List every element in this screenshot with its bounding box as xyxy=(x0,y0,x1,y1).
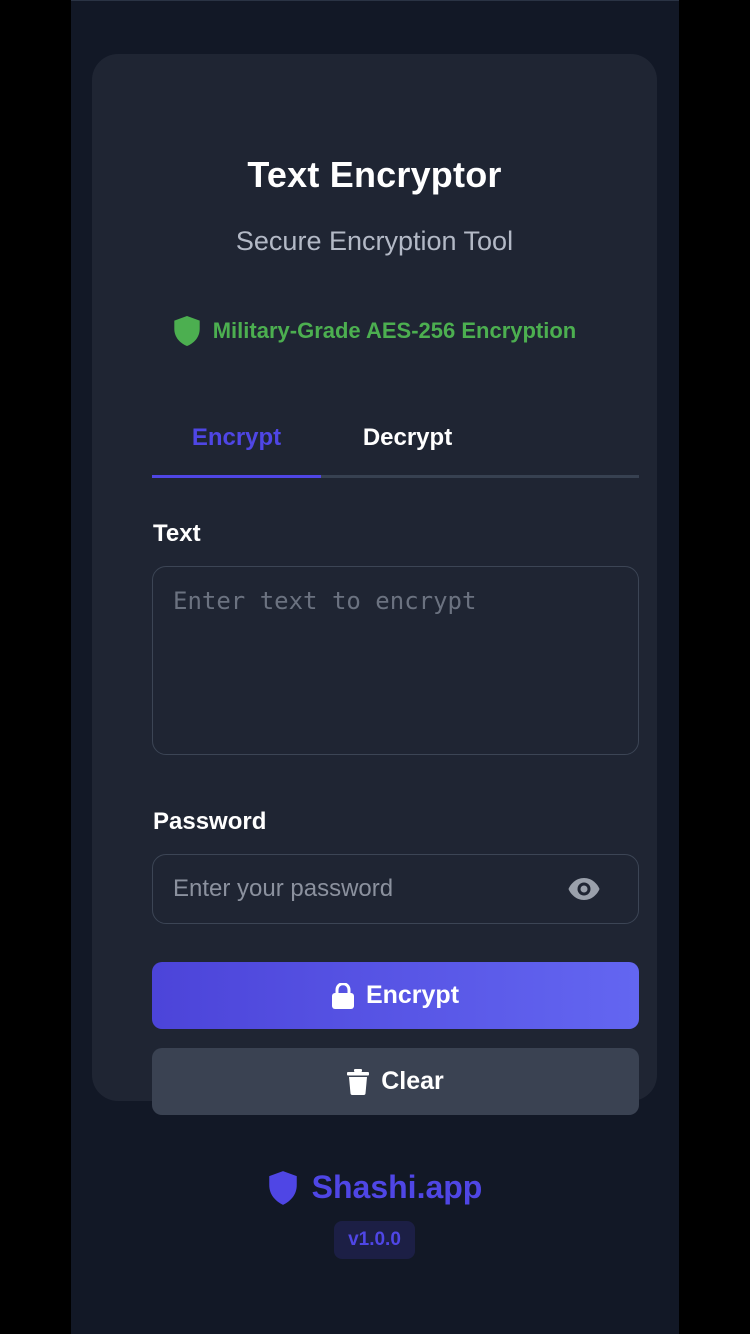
clear-button-label: Clear xyxy=(381,1067,444,1095)
lock-icon xyxy=(331,982,354,1009)
password-input[interactable] xyxy=(173,855,553,922)
eye-icon[interactable] xyxy=(568,877,600,901)
page-subtitle: Secure Encryption Tool xyxy=(235,226,514,256)
security-badge: Military-Grade AES-256 Encryption xyxy=(92,316,657,346)
encrypt-button[interactable]: Encrypt xyxy=(152,962,639,1029)
page-title: Text Encryptor xyxy=(247,154,502,195)
footer-brand[interactable]: Shashi.app xyxy=(71,1169,679,1206)
trash-icon xyxy=(347,1068,370,1095)
footer-brand-label: Shashi.app xyxy=(311,1169,483,1205)
text-input[interactable] xyxy=(152,566,639,755)
shield-icon xyxy=(173,316,201,346)
version-badge: v1.0.0 xyxy=(334,1221,415,1259)
text-field-label: Text xyxy=(153,520,201,547)
mode-tabs: Encrypt Decrypt xyxy=(152,409,639,478)
encryptor-card: Text Encryptor Secure Encryption Tool Mi… xyxy=(92,54,657,1115)
security-badge-label: Military-Grade AES-256 Encryption xyxy=(212,318,577,343)
active-tab-indicator xyxy=(152,475,321,478)
clear-button[interactable]: Clear xyxy=(152,1048,639,1115)
encrypt-button-label: Encrypt xyxy=(365,981,460,1009)
shield-icon xyxy=(268,1170,298,1205)
tab-encrypt[interactable]: Encrypt xyxy=(152,409,321,475)
password-field xyxy=(152,854,639,924)
tab-decrypt[interactable]: Decrypt xyxy=(323,409,492,475)
app-viewport: Text Encryptor Secure Encryption Tool Mi… xyxy=(71,0,679,1334)
password-field-label: Password xyxy=(153,808,267,835)
